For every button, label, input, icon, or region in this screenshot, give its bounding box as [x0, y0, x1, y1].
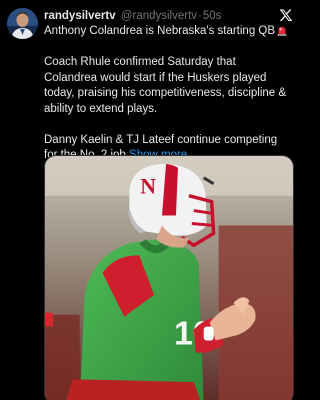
post-media-image[interactable]: 10 N — [44, 155, 294, 400]
x-logo-icon[interactable] — [279, 8, 293, 22]
police-siren-icon — [277, 26, 287, 36]
post-paragraph-1: Coach Rhule confirmed Saturday that Cola… — [44, 56, 287, 115]
author-display-name[interactable]: randysilvertv — [44, 10, 116, 22]
post-text: Anthony Colandrea is Nebraska's starting… — [44, 24, 292, 164]
headline-text: Anthony Colandrea is Nebraska's starting… — [44, 25, 276, 37]
post-headline: Anthony Colandrea is Nebraska's starting… — [44, 24, 292, 40]
helmet-logo: N — [140, 175, 156, 199]
header-separator: · — [198, 10, 202, 22]
tweet[interactable]: randysilvertv @randysilvertv·50s Anthony… — [0, 0, 300, 400]
quarterback-photo: 10 N — [45, 156, 293, 400]
post-header: randysilvertv @randysilvertv·50s — [44, 8, 274, 24]
author-handle[interactable]: @randysilvertv — [121, 10, 197, 22]
post-timestamp[interactable]: 50s — [203, 10, 222, 22]
avatar-image — [7, 8, 38, 39]
author-avatar[interactable] — [7, 8, 38, 39]
